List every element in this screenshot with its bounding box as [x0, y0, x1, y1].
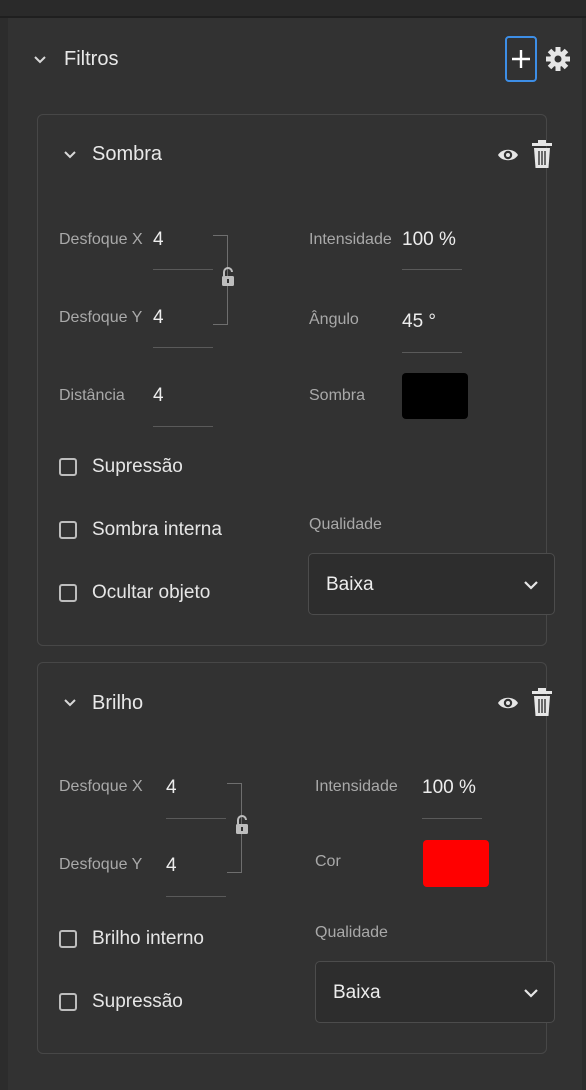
distance-label: Distância [59, 387, 125, 404]
blur-x-input[interactable]: 4 [153, 229, 164, 251]
distance-input[interactable]: 4 [153, 385, 164, 407]
angle-unit: ° [428, 311, 437, 332]
blur-x-underline [166, 818, 226, 819]
intensity-underline [402, 269, 462, 270]
checkbox-brilho-interno[interactable] [59, 930, 77, 948]
intensity-value: 100 [402, 229, 434, 250]
intensity-input[interactable]: 100 % [422, 777, 476, 799]
angle-underline [402, 352, 462, 353]
blur-x-underline [153, 269, 213, 270]
glow-color-label: Cor [315, 853, 341, 870]
intensity-value: 100 [422, 777, 454, 798]
blur-y-underline [153, 347, 213, 348]
filter-panel-sombra: Sombra Desfoque X 4 Desfoque Y 4 Distânc… [37, 114, 555, 646]
checkbox-label: Sombra interna [92, 519, 222, 540]
quality-label: Qualidade [309, 516, 382, 533]
quality-select[interactable]: Baixa [315, 961, 555, 1023]
distance-underline [153, 426, 213, 427]
right-edge [582, 18, 586, 1090]
filter-title: Brilho [92, 692, 144, 714]
chevron-down-icon [524, 581, 538, 590]
eye-icon[interactable] [497, 694, 519, 712]
intensity-unit: % [458, 777, 476, 798]
chevron-down-icon[interactable] [64, 149, 76, 161]
chevron-down-icon[interactable] [64, 697, 76, 709]
quality-value: Baixa [326, 574, 374, 595]
glow-color-swatch[interactable] [423, 840, 489, 887]
plus-icon [512, 50, 530, 68]
blur-x-label: Desfoque X [59, 231, 143, 248]
add-filter-button[interactable] [505, 36, 537, 82]
checkbox-label: Brilho interno [92, 928, 204, 949]
unlock-icon[interactable] [220, 267, 236, 287]
checkbox-ocultar-objeto[interactable] [59, 584, 77, 602]
trash-icon[interactable] [531, 687, 553, 717]
checkbox-supressao[interactable] [59, 993, 77, 1011]
checkbox-supressao[interactable] [59, 458, 77, 476]
checkbox-label: Supressão [92, 456, 183, 477]
unlock-icon[interactable] [234, 815, 250, 835]
angle-value: 45 [402, 311, 424, 332]
blur-y-underline [166, 896, 226, 897]
intensity-underline [422, 818, 482, 819]
chevron-down-icon [524, 989, 538, 998]
chevron-down-icon[interactable] [34, 54, 46, 66]
blur-y-input[interactable]: 4 [166, 855, 177, 877]
blur-x-label: Desfoque X [59, 778, 143, 795]
blur-y-label: Desfoque Y [59, 309, 143, 326]
gear-icon[interactable] [545, 44, 571, 74]
blur-y-label: Desfoque Y [59, 856, 143, 873]
section-title: Filtros [64, 48, 119, 70]
intensity-unit: % [438, 229, 456, 250]
checkbox-label: Ocultar objeto [92, 582, 211, 603]
angle-input[interactable]: 45 ° [402, 311, 436, 333]
intensity-label: Intensidade [309, 231, 392, 248]
shadow-color-label: Sombra [309, 387, 366, 404]
blur-x-input[interactable]: 4 [166, 777, 177, 799]
filter-panel-brilho: Brilho Desfoque X 4 Desfoque Y 4 Intensi… [37, 662, 555, 1054]
quality-label: Qualidade [315, 924, 388, 941]
blur-y-input[interactable]: 4 [153, 307, 164, 329]
checkbox-label: Supressão [92, 991, 183, 1012]
left-edge [0, 18, 8, 1090]
eye-icon[interactable] [497, 146, 519, 164]
trash-icon[interactable] [531, 139, 553, 169]
quality-value: Baixa [333, 982, 381, 1003]
shadow-color-swatch[interactable] [402, 373, 468, 419]
filter-title: Sombra [92, 143, 163, 165]
intensity-label: Intensidade [315, 778, 398, 795]
intensity-input[interactable]: 100 % [402, 229, 456, 251]
top-strip [0, 0, 586, 18]
quality-select[interactable]: Baixa [308, 553, 555, 615]
checkbox-sombra-interna[interactable] [59, 521, 77, 539]
angle-label: Ângulo [309, 311, 359, 328]
